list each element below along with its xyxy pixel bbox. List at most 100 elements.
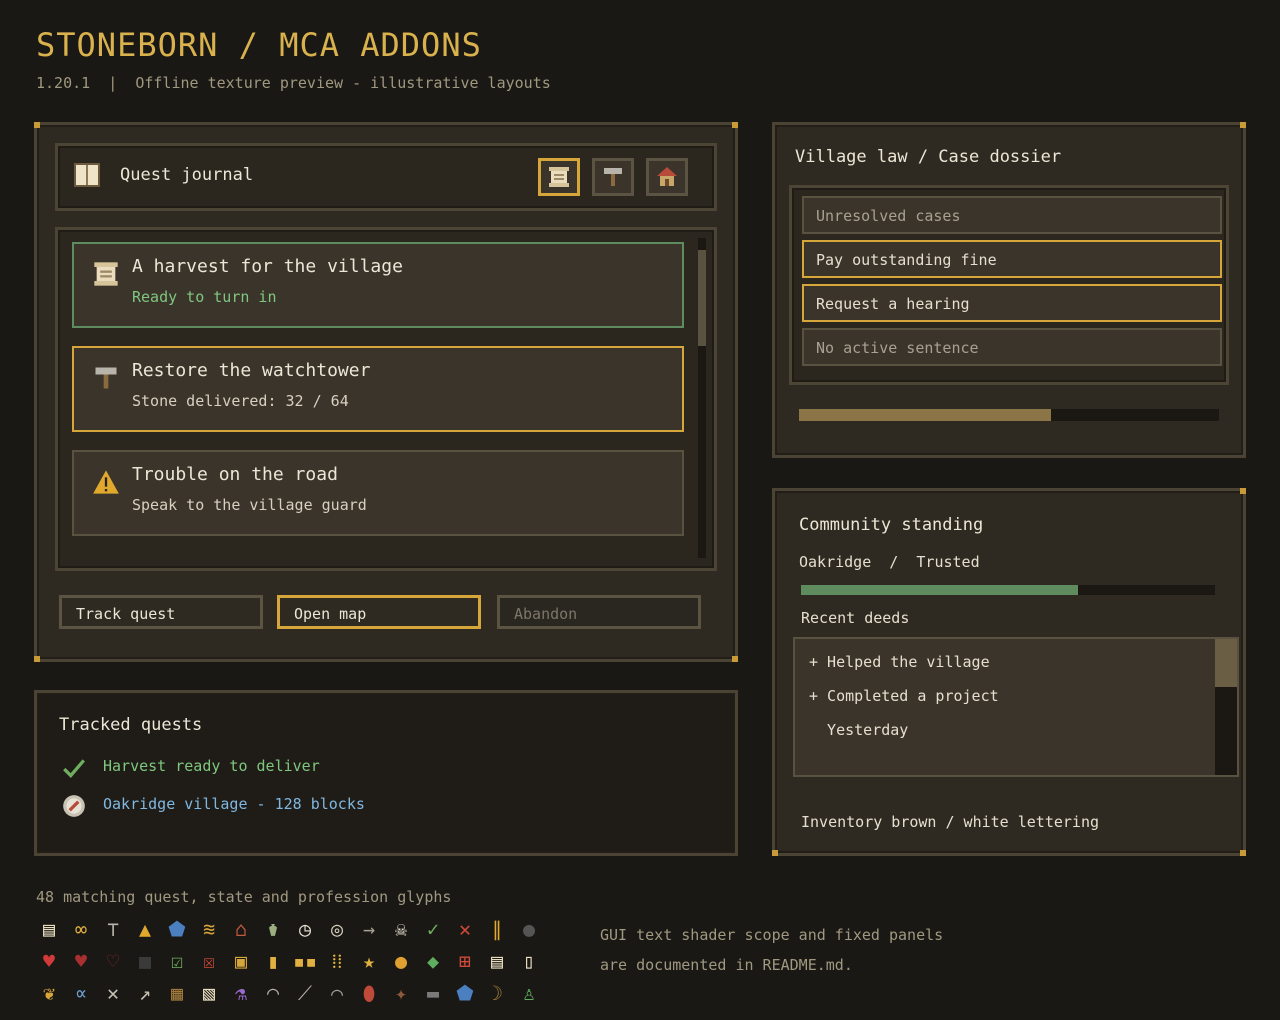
scrollbar-track[interactable] [698, 238, 706, 558]
scroll-open-icon: ▤ [490, 949, 504, 973]
quest-journal-panel: Quest journal A harvest for the village … [34, 122, 738, 662]
scroll-icon: ▤ [42, 917, 56, 941]
scrollbar-thumb[interactable] [698, 250, 706, 346]
meat-icon: ⬮ [362, 981, 376, 1005]
house-icon [657, 167, 677, 186]
open-map-button[interactable]: Open map [277, 595, 481, 629]
scroll-icon [549, 167, 569, 187]
warning-icon [93, 470, 119, 494]
hammer-icon: ⊤ [106, 917, 120, 941]
law-row-sentence: No active sentence [802, 328, 1222, 366]
compass-icon: ◎ [330, 917, 344, 941]
quest-title: A harvest for the village [132, 256, 403, 277]
standing-footer: Inventory brown / white lettering [801, 813, 1100, 831]
abandon-button[interactable]: Abandon [497, 595, 701, 629]
quest-list: A harvest for the village Ready to turn … [55, 227, 717, 571]
readme-note-line2: are documented in README.md. [600, 956, 853, 974]
check-icon [61, 755, 87, 785]
book-icon [74, 162, 100, 188]
deeds-label: Recent deeds [801, 609, 910, 627]
rank-chevron-icon: ≋ [202, 917, 216, 941]
tracked-item-harvest[interactable]: Harvest ready to deliver [103, 757, 320, 775]
quest-item-watchtower[interactable]: Restore the watchtower Stone delivered: … [72, 346, 684, 432]
quest-title: Restore the watchtower [132, 360, 371, 381]
glyph-grid: ▤ ∞ ⊤ ▲ ⬟ ≋ ⌂ ⚱ ◷ ◎ → ☠ ✓ ✕ ∥ ● ♥ ♥ ♡ ■ … [36, 914, 556, 1014]
villager-icon: ♙ [522, 981, 536, 1005]
arrow-icon: ↗ [138, 981, 152, 1005]
pickaxe-icon: ⌒ [330, 981, 344, 1005]
tracked-title: Tracked quests [59, 715, 203, 735]
law-progress-bar [799, 409, 1219, 421]
arrow-right-icon: → [362, 917, 376, 941]
hammer-icon [95, 367, 117, 389]
deeds-scrollbar-thumb[interactable] [1215, 639, 1237, 687]
clock-icon: ◷ [298, 917, 312, 941]
standing-title: Community standing [799, 515, 984, 535]
coin-icon: ● [394, 949, 408, 973]
star-icon: ★ [362, 949, 376, 973]
bar-single-icon: ▮ [266, 949, 280, 973]
tracked-item-oakridge[interactable]: Oakridge village - 128 blocks [103, 795, 365, 813]
check-icon: ✓ [426, 917, 440, 941]
bar-triple-icon: ⁞⁞ [331, 949, 343, 973]
deeds-scrollbar[interactable] [1215, 639, 1237, 775]
bow-icon: ☽ [490, 981, 504, 1005]
law-row-pay-fine[interactable]: Pay outstanding fine [802, 240, 1222, 278]
standing-progress-bar [801, 585, 1215, 595]
deeds-list: + Helped the village + Completed a proje… [793, 637, 1239, 777]
deed-item: + Completed a project [809, 687, 999, 705]
book-icon: ▯ [522, 949, 536, 973]
checkbox-crossed-icon: ☒ [202, 949, 216, 973]
bar-double-icon: ▪▪ [292, 949, 318, 973]
sword-icon: ⟋ [298, 981, 312, 1005]
bomb-icon: ● [522, 917, 536, 941]
village-law-panel: Village law / Case dossier Unresolved ca… [772, 122, 1246, 458]
page-title: STONEBORN / MCA ADDONS [36, 26, 482, 64]
quest-title: Trouble on the road [132, 464, 338, 485]
law-row-hearing[interactable]: Request a hearing [802, 284, 1222, 322]
track-quest-button[interactable]: Track quest [59, 595, 263, 629]
tracked-quests-panel: Tracked quests Harvest ready to deliver … [34, 690, 738, 856]
law-row-unresolved[interactable]: Unresolved cases [802, 196, 1222, 234]
law-list: Unresolved cases Pay outstanding fine Re… [789, 185, 1229, 385]
compass-icon [61, 793, 87, 823]
quest-item-road[interactable]: Trouble on the road Speak to the village… [72, 450, 684, 536]
journal-header: Quest journal [55, 143, 717, 211]
gift-icon: ⊞ [458, 949, 472, 973]
slot-frame-icon: ▣ [234, 949, 248, 973]
cross-icon: ✕ [458, 917, 472, 941]
quest-status: Ready to turn in [132, 288, 277, 306]
community-standing-panel: Community standing Oakridge / Trusted Re… [772, 488, 1246, 856]
bottles-icon: ⚱ [266, 917, 280, 941]
hammer-icon [604, 168, 622, 186]
heart-empty-icon: ♡ [106, 949, 120, 973]
readme-note-line1: GUI text shader scope and fixed panels [600, 926, 944, 944]
pause-icon: ∥ [492, 917, 502, 941]
standing-progress-fill [801, 585, 1079, 595]
potion-icon: ⚗ [234, 981, 248, 1005]
heart-half-icon: ♥ [74, 949, 88, 973]
tab-house[interactable] [646, 158, 688, 196]
heart-full-icon: ♥ [42, 949, 56, 973]
map-icon: ▧ [202, 981, 216, 1005]
house-icon: ⌂ [234, 917, 248, 941]
standing-village: Oakridge / Trusted [799, 553, 980, 571]
glyphs-caption: 48 matching quest, state and profession … [36, 888, 452, 906]
slot-empty-icon: ■ [138, 949, 152, 973]
brick-icon: ▬ [426, 981, 440, 1005]
quest-status: Stone delivered: 32 / 64 [132, 392, 349, 410]
quest-item-harvest[interactable]: A harvest for the village Ready to turn … [72, 242, 684, 328]
journal-title: Quest journal [120, 165, 254, 185]
scroll-icon [94, 262, 118, 286]
deed-item: Yesterday [809, 721, 909, 739]
crossed-swords-icon: ✕ [106, 981, 120, 1005]
tab-scroll[interactable] [538, 158, 580, 196]
leather-icon: ✦ [394, 981, 408, 1005]
tab-hammer[interactable] [592, 158, 634, 196]
deed-item: + Helped the village [809, 653, 990, 671]
warning-icon: ▲ [138, 917, 152, 941]
helmet-icon: ◠ [266, 981, 280, 1005]
fish-icon: ∝ [74, 981, 88, 1005]
page-subtitle: 1.20.1 | Offline texture preview - illus… [36, 74, 551, 92]
infinity-icon: ∞ [74, 917, 88, 941]
